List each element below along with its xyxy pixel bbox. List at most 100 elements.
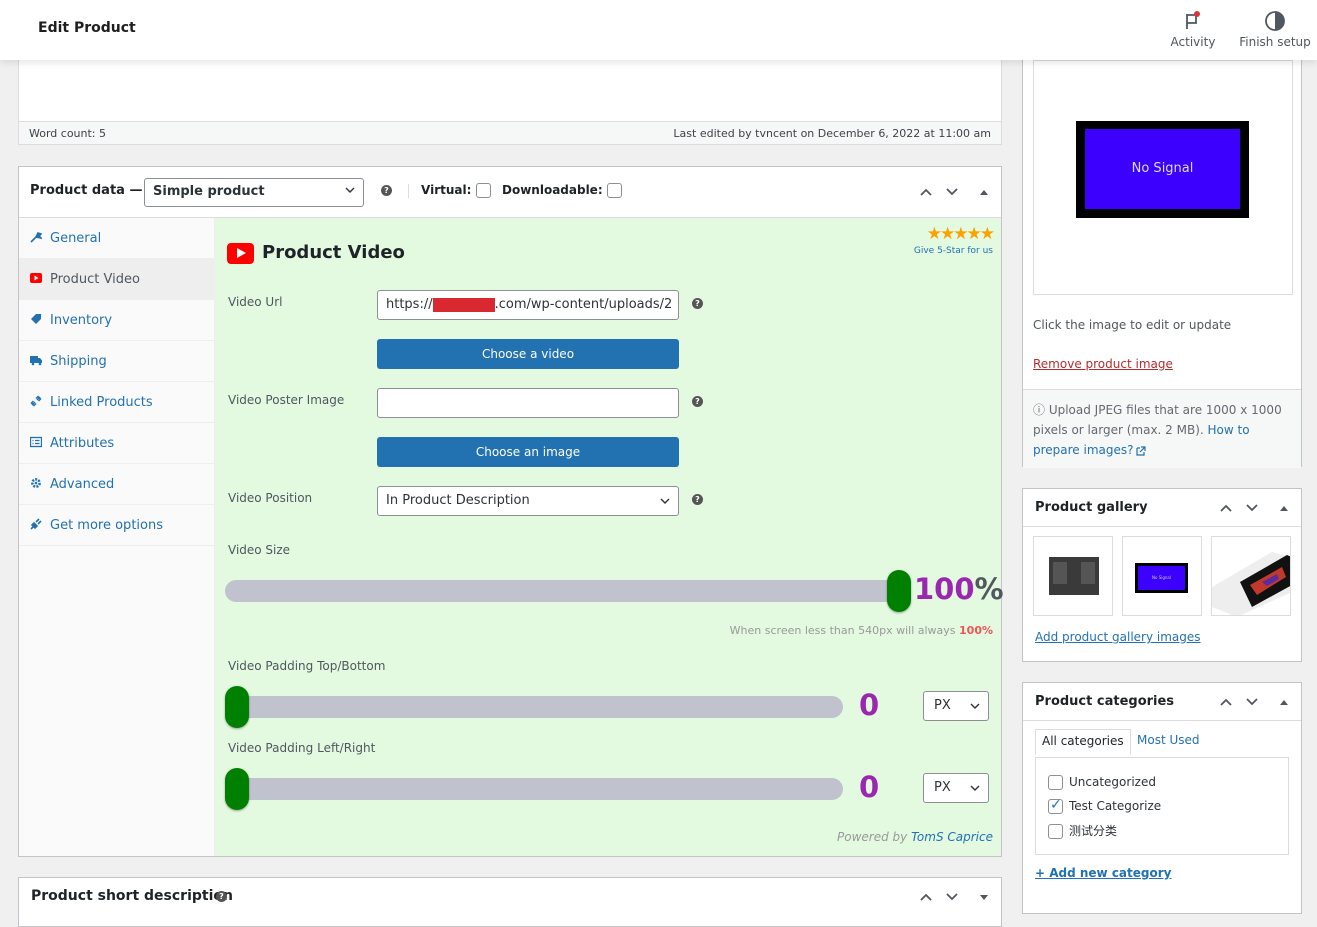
category-checkbox[interactable]	[1048, 824, 1063, 839]
video-size-slider[interactable]	[225, 570, 911, 612]
upload-note: ⓘ Upload JPEG files that are 1000 x 1000…	[1023, 389, 1301, 468]
tab-all-categories[interactable]: All categories	[1035, 729, 1131, 755]
tab-shipping[interactable]: Shipping	[19, 341, 214, 382]
move-down-icon[interactable]	[1245, 501, 1259, 515]
video-poster-label: Video Poster Image	[228, 393, 345, 407]
category-item[interactable]: 测试分类	[1048, 822, 1117, 839]
category-checkbox[interactable]	[1048, 797, 1063, 814]
external-link-icon	[1135, 445, 1146, 456]
downloadable-toggle[interactable]: Downloadable:	[502, 183, 622, 198]
move-down-icon[interactable]	[945, 890, 959, 904]
category-item[interactable]: Uncategorized	[1048, 775, 1156, 790]
tab-advanced[interactable]: Advanced	[19, 464, 214, 505]
video-url-label: Video Url	[228, 295, 283, 309]
downloadable-checkbox[interactable]	[606, 183, 622, 198]
product-image-text: No Signal	[1085, 129, 1240, 209]
add-new-category-link[interactable]: + Add new category	[1035, 866, 1171, 880]
collapse-toggle-icon[interactable]	[979, 185, 989, 199]
video-size-hint: When screen less than 540px will always …	[730, 624, 993, 637]
move-up-icon[interactable]	[919, 185, 933, 199]
tab-most-used[interactable]: Most Used	[1131, 729, 1206, 755]
slider-handle[interactable]	[225, 768, 249, 810]
tab-inventory[interactable]: Inventory	[19, 300, 214, 341]
help-icon[interactable]: ?	[692, 298, 703, 309]
padding-lr-slider[interactable]	[225, 768, 843, 810]
padding-lr-unit-select[interactable]: PX	[923, 773, 989, 803]
editor-status-bar: Word count: 5 Last edited by tvncent on …	[19, 121, 1001, 144]
move-down-icon[interactable]	[1245, 695, 1259, 709]
padding-tb-slider[interactable]	[225, 686, 843, 728]
tab-get-more-options[interactable]: Get more options	[19, 505, 214, 546]
finish-setup-button[interactable]: Finish setup	[1236, 10, 1314, 49]
help-icon[interactable]: ?	[216, 891, 227, 902]
tab-general[interactable]: General	[19, 218, 214, 259]
move-up-icon[interactable]	[919, 890, 933, 904]
help-icon[interactable]: ?	[692, 396, 703, 407]
move-up-icon[interactable]	[1219, 501, 1233, 515]
tab-label: Attributes	[50, 436, 115, 451]
chevron-down-icon	[970, 703, 980, 709]
virtual-toggle[interactable]: Virtual:	[421, 183, 491, 198]
category-item[interactable]: Test Categorize	[1048, 797, 1161, 814]
product-gallery-box: Product gallery No Signal Add product ga…	[1022, 488, 1302, 662]
choose-video-button[interactable]: Choose a video	[377, 339, 679, 369]
help-icon[interactable]: ?	[381, 185, 392, 196]
image-click-hint: Click the image to edit or update	[1033, 318, 1232, 332]
collapse-toggle-icon[interactable]	[1279, 695, 1289, 709]
youtube-icon	[227, 242, 254, 264]
redacted-domain	[432, 297, 495, 312]
choose-image-button[interactable]: Choose an image	[377, 437, 679, 467]
video-poster-input[interactable]	[377, 388, 679, 418]
collapse-toggle-icon[interactable]	[979, 890, 989, 904]
tab-label: Product Video	[50, 272, 140, 287]
padding-lr-label: Video Padding Left/Right	[228, 741, 376, 755]
help-icon[interactable]: ?	[692, 494, 703, 505]
virtual-label: Virtual:	[421, 183, 472, 197]
wrench-icon	[30, 232, 42, 243]
video-position-select[interactable]: In Product Description	[377, 486, 679, 516]
virtual-checkbox[interactable]	[475, 183, 491, 198]
remove-product-image-link[interactable]: Remove product image	[1033, 357, 1173, 371]
chevron-down-icon	[660, 498, 670, 504]
video-position-label: Video Position	[228, 491, 313, 505]
video-url-suffix: .com/wp-content/uploads/2	[494, 297, 673, 312]
tab-label: Advanced	[50, 477, 115, 492]
category-list: Uncategorized Test Categorize 测试分类	[1035, 757, 1289, 855]
powered-by-link[interactable]: TomS Caprice	[911, 830, 993, 844]
chevron-down-icon	[970, 785, 980, 791]
tab-linked-products[interactable]: Linked Products	[19, 382, 214, 423]
short-description-box: Product short description ?	[18, 877, 1002, 927]
move-up-icon[interactable]	[1219, 695, 1233, 709]
description-editor[interactable]: Word count: 5 Last edited by tvncent on …	[18, 55, 1002, 145]
tab-product-video[interactable]: Product Video	[19, 259, 214, 300]
product-video-title: Product Video	[262, 242, 405, 263]
youtube-icon	[30, 273, 42, 283]
video-size-unit: %	[974, 572, 1004, 606]
product-categories-box: Product categories All categories Most U…	[1022, 682, 1302, 914]
category-checkbox[interactable]	[1048, 775, 1063, 790]
rating-link[interactable]: Give 5-Star for us	[914, 246, 993, 256]
link-icon	[30, 395, 42, 407]
padding-lr-unit: PX	[934, 780, 951, 795]
rating-stars[interactable]: ★★★★★	[927, 224, 995, 244]
gallery-thumbnail[interactable]	[1211, 536, 1291, 616]
product-type-select[interactable]: Simple product	[144, 178, 364, 207]
tab-label: Get more options	[50, 518, 163, 533]
slider-handle[interactable]	[225, 686, 249, 728]
collapse-toggle-icon[interactable]	[1279, 501, 1289, 515]
powered-by-text: Powered by	[837, 830, 908, 844]
activity-button[interactable]: Activity	[1168, 10, 1218, 49]
activity-label: Activity	[1170, 35, 1216, 49]
tab-attributes[interactable]: Attributes	[19, 423, 214, 464]
add-gallery-images-link[interactable]: Add product gallery images	[1035, 630, 1201, 644]
move-down-icon[interactable]	[945, 185, 959, 199]
video-url-input[interactable]: https:// .com/wp-content/uploads/2	[377, 290, 679, 320]
padding-tb-unit-select[interactable]: PX	[923, 691, 989, 721]
product-image[interactable]: No Signal	[1033, 60, 1293, 295]
slider-handle[interactable]	[887, 570, 911, 612]
tab-label: Linked Products	[50, 395, 153, 410]
product-data-box: Product data — Simple product ? Virtual:…	[18, 166, 1004, 857]
gallery-thumbnail[interactable]	[1033, 536, 1113, 616]
downloadable-label: Downloadable:	[502, 183, 603, 197]
gallery-thumbnail[interactable]: No Signal	[1122, 536, 1202, 616]
